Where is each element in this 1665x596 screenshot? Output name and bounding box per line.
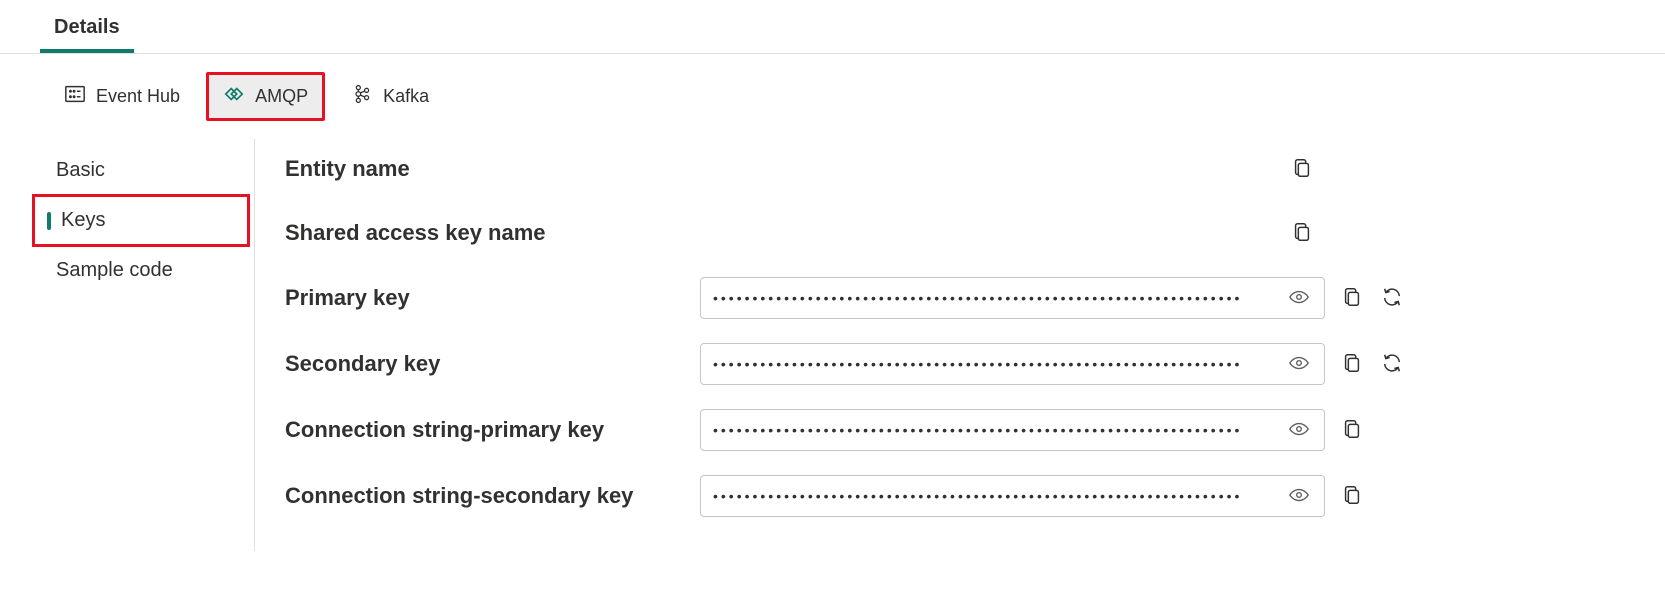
kafka-icon	[351, 83, 373, 110]
copy-shared-access-key-name-button[interactable]	[1289, 219, 1315, 248]
tab-kafka-label: Kafka	[383, 86, 429, 107]
connection-string-primary-masked-value: ••••••••••••••••••••••••••••••••••••••••…	[713, 422, 1286, 438]
eye-icon	[1288, 286, 1310, 311]
refresh-icon	[1381, 286, 1403, 311]
amqp-icon	[223, 83, 245, 110]
refresh-icon	[1381, 352, 1403, 377]
primary-key-masked-value: ••••••••••••••••••••••••••••••••••••••••…	[713, 290, 1286, 306]
label-connection-string-secondary: Connection string-secondary key	[285, 483, 700, 509]
tab-amqp-label: AMQP	[255, 86, 308, 107]
copy-icon	[1291, 221, 1313, 246]
label-primary-key: Primary key	[285, 285, 700, 311]
event-hub-icon	[64, 83, 86, 110]
eye-icon	[1288, 352, 1310, 377]
tab-amqp[interactable]: AMQP	[206, 72, 325, 121]
reveal-connection-string-secondary-button[interactable]	[1286, 482, 1312, 511]
copy-icon	[1341, 286, 1363, 311]
copy-icon	[1291, 157, 1313, 182]
reveal-connection-string-primary-button[interactable]	[1286, 416, 1312, 445]
keys-panel: Entity name Shared access key name	[255, 139, 1645, 551]
sidebar-item-keys[interactable]: Keys	[35, 197, 247, 244]
connection-string-secondary-masked-value: ••••••••••••••••••••••••••••••••••••••••…	[713, 488, 1286, 504]
tab-event-hub-label: Event Hub	[96, 86, 180, 107]
top-tab-bar: Details	[0, 0, 1665, 54]
copy-connection-string-primary-button[interactable]	[1339, 416, 1365, 445]
protocol-tab-bar: Event Hub AMQP	[0, 54, 1665, 139]
copy-icon	[1341, 418, 1363, 443]
label-entity-name: Entity name	[285, 156, 700, 182]
copy-secondary-key-button[interactable]	[1339, 350, 1365, 379]
tab-event-hub[interactable]: Event Hub	[50, 75, 194, 118]
secondary-key-input[interactable]: ••••••••••••••••••••••••••••••••••••••••…	[700, 343, 1325, 385]
settings-sidebar: Basic Keys Sample code	[30, 139, 255, 551]
copy-icon	[1341, 352, 1363, 377]
row-connection-string-primary: Connection string-primary key ••••••••••…	[285, 409, 1615, 451]
reveal-primary-key-button[interactable]	[1286, 284, 1312, 313]
tab-details[interactable]: Details	[40, 0, 134, 53]
row-shared-access-key-name: Shared access key name	[285, 213, 1615, 253]
primary-key-input[interactable]: ••••••••••••••••••••••••••••••••••••••••…	[700, 277, 1325, 319]
sidebar-item-basic[interactable]: Basic	[30, 147, 254, 194]
secondary-key-masked-value: ••••••••••••••••••••••••••••••••••••••••…	[713, 356, 1286, 372]
row-connection-string-secondary: Connection string-secondary key ••••••••…	[285, 475, 1615, 517]
row-entity-name: Entity name	[285, 149, 1615, 189]
eye-icon	[1288, 484, 1310, 509]
regenerate-secondary-key-button[interactable]	[1379, 350, 1405, 379]
regenerate-primary-key-button[interactable]	[1379, 284, 1405, 313]
label-shared-access-key-name: Shared access key name	[285, 220, 700, 246]
copy-entity-name-button[interactable]	[1289, 155, 1315, 184]
eye-icon	[1288, 418, 1310, 443]
tab-kafka[interactable]: Kafka	[337, 75, 443, 118]
sidebar-item-sample-code[interactable]: Sample code	[30, 247, 254, 294]
connection-string-primary-input[interactable]: ••••••••••••••••••••••••••••••••••••••••…	[700, 409, 1325, 451]
label-connection-string-primary: Connection string-primary key	[285, 417, 700, 443]
copy-icon	[1341, 484, 1363, 509]
row-secondary-key: Secondary key ••••••••••••••••••••••••••…	[285, 343, 1615, 385]
connection-string-secondary-input[interactable]: ••••••••••••••••••••••••••••••••••••••••…	[700, 475, 1325, 517]
label-secondary-key: Secondary key	[285, 351, 700, 377]
copy-primary-key-button[interactable]	[1339, 284, 1365, 313]
reveal-secondary-key-button[interactable]	[1286, 350, 1312, 379]
copy-connection-string-secondary-button[interactable]	[1339, 482, 1365, 511]
row-primary-key: Primary key ••••••••••••••••••••••••••••…	[285, 277, 1615, 319]
